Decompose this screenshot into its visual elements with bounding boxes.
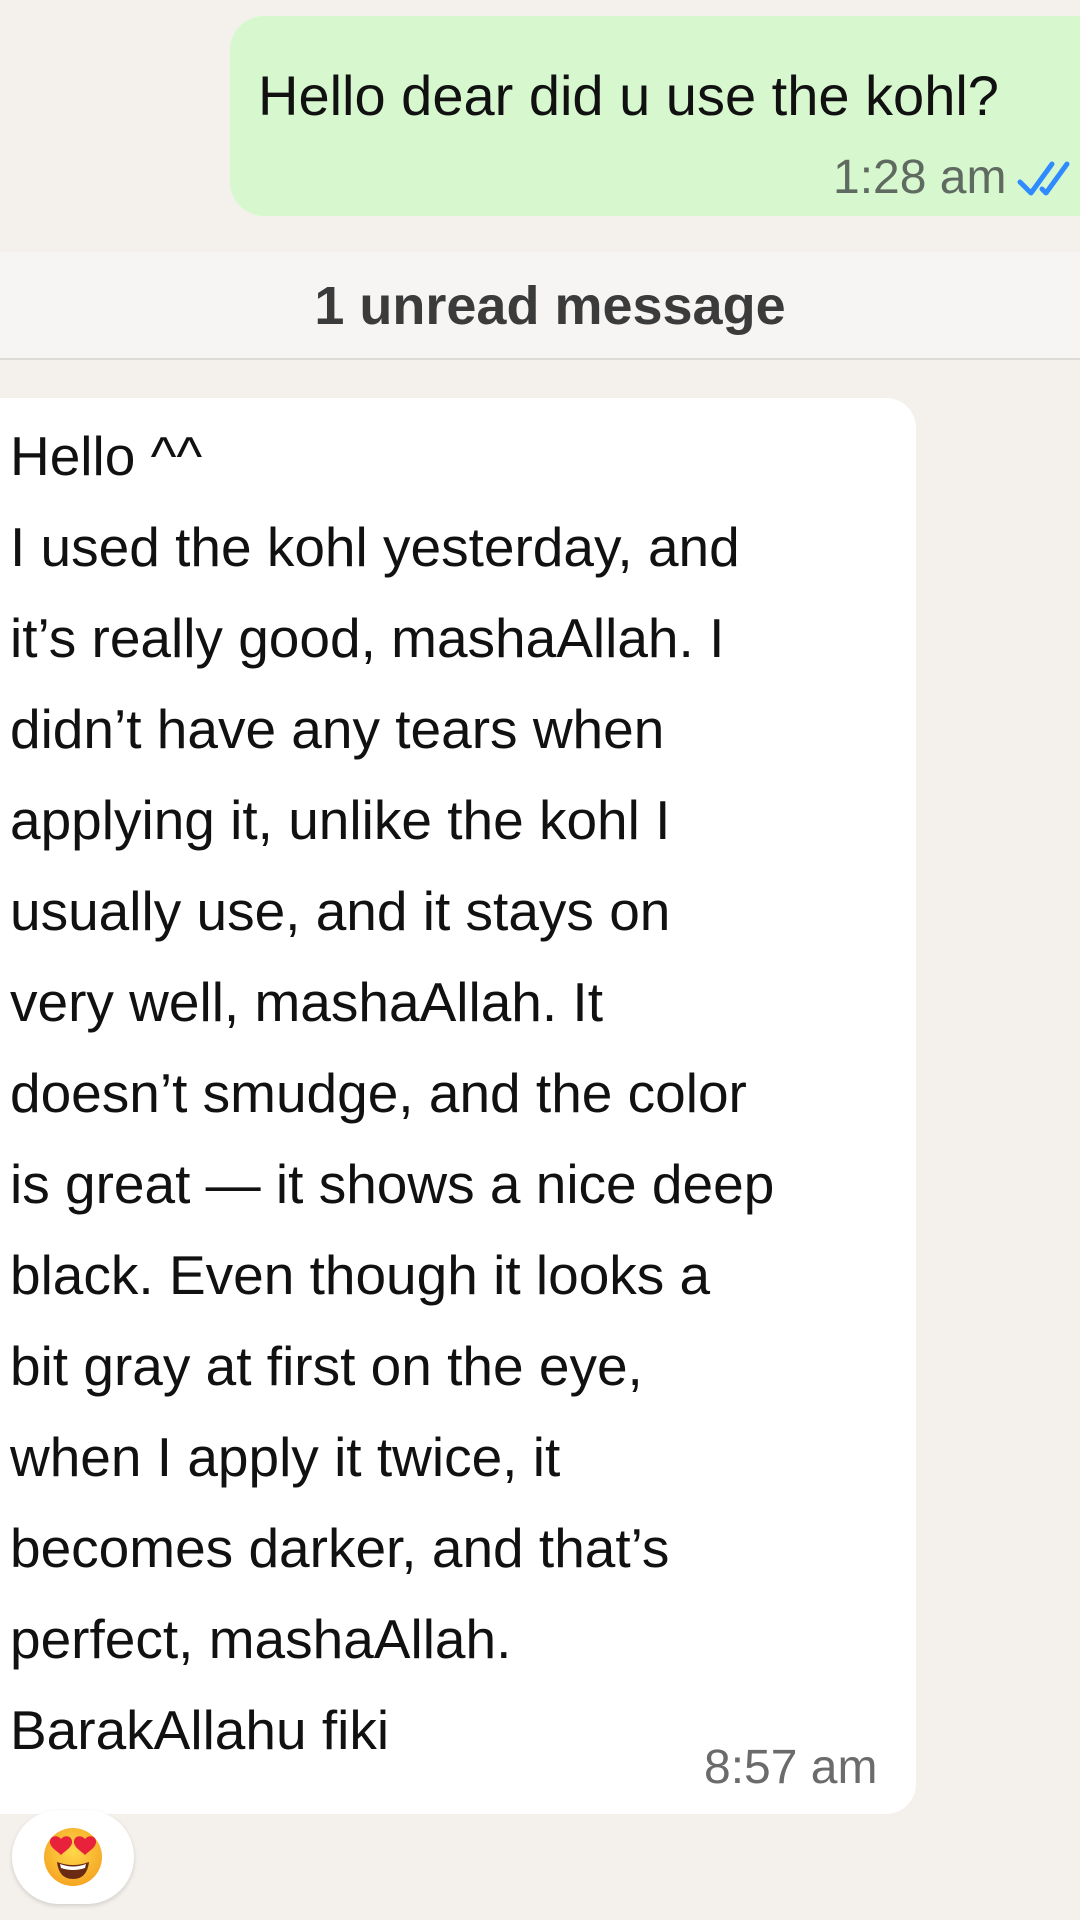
message-line: very well, mashaAllah. It [10, 971, 603, 1033]
message-line: perfect, mashaAllah. [10, 1608, 512, 1670]
message-line: applying it, unlike the kohl I [10, 789, 671, 851]
chat-area[interactable]: Hello dear did u use the kohl? 1:28 am 1… [0, 0, 1080, 1920]
message-line: becomes darker, and that’s [10, 1517, 670, 1579]
message-line: it’s really good, mashaAllah. I [10, 607, 725, 669]
double-check-read-icon [1017, 161, 1070, 195]
message-reaction[interactable] [12, 1810, 134, 1904]
message-line: BarakAllahu fiki [10, 1699, 390, 1761]
outgoing-message-time: 1:28 am [833, 151, 1007, 204]
message-line: is great — it shows a nice deep [10, 1153, 775, 1215]
unread-messages-label: 1 unread message [314, 276, 786, 336]
incoming-message-bubble[interactable]: Hello ^^ I used the kohl yesterday, and … [0, 398, 916, 1814]
message-line: when I apply it twice, it [10, 1426, 561, 1488]
outgoing-message-bubble[interactable]: Hello dear did u use the kohl? 1:28 am [230, 16, 1080, 216]
heart-eyes-emoji-icon [44, 1828, 102, 1886]
message-line: didn’t have any tears when [10, 698, 665, 760]
outgoing-message-text: Hello dear did u use the kohl? [258, 64, 999, 127]
incoming-message-text: Hello ^^ I used the kohl yesterday, and … [10, 411, 774, 1776]
outgoing-message-meta: 1:28 am [833, 150, 1076, 205]
message-line: Hello ^^ [10, 425, 203, 487]
message-line: doesn’t smudge, and the color [10, 1062, 747, 1124]
incoming-message-time: 8:57 am [704, 1741, 878, 1794]
message-line: I used the kohl yesterday, and [10, 516, 740, 578]
message-line: bit gray at first on the eye, [10, 1335, 643, 1397]
message-line: black. Even though it looks a [10, 1244, 711, 1306]
unread-messages-divider: 1 unread message [0, 252, 1080, 360]
message-line: usually use, and it stays on [10, 880, 671, 942]
